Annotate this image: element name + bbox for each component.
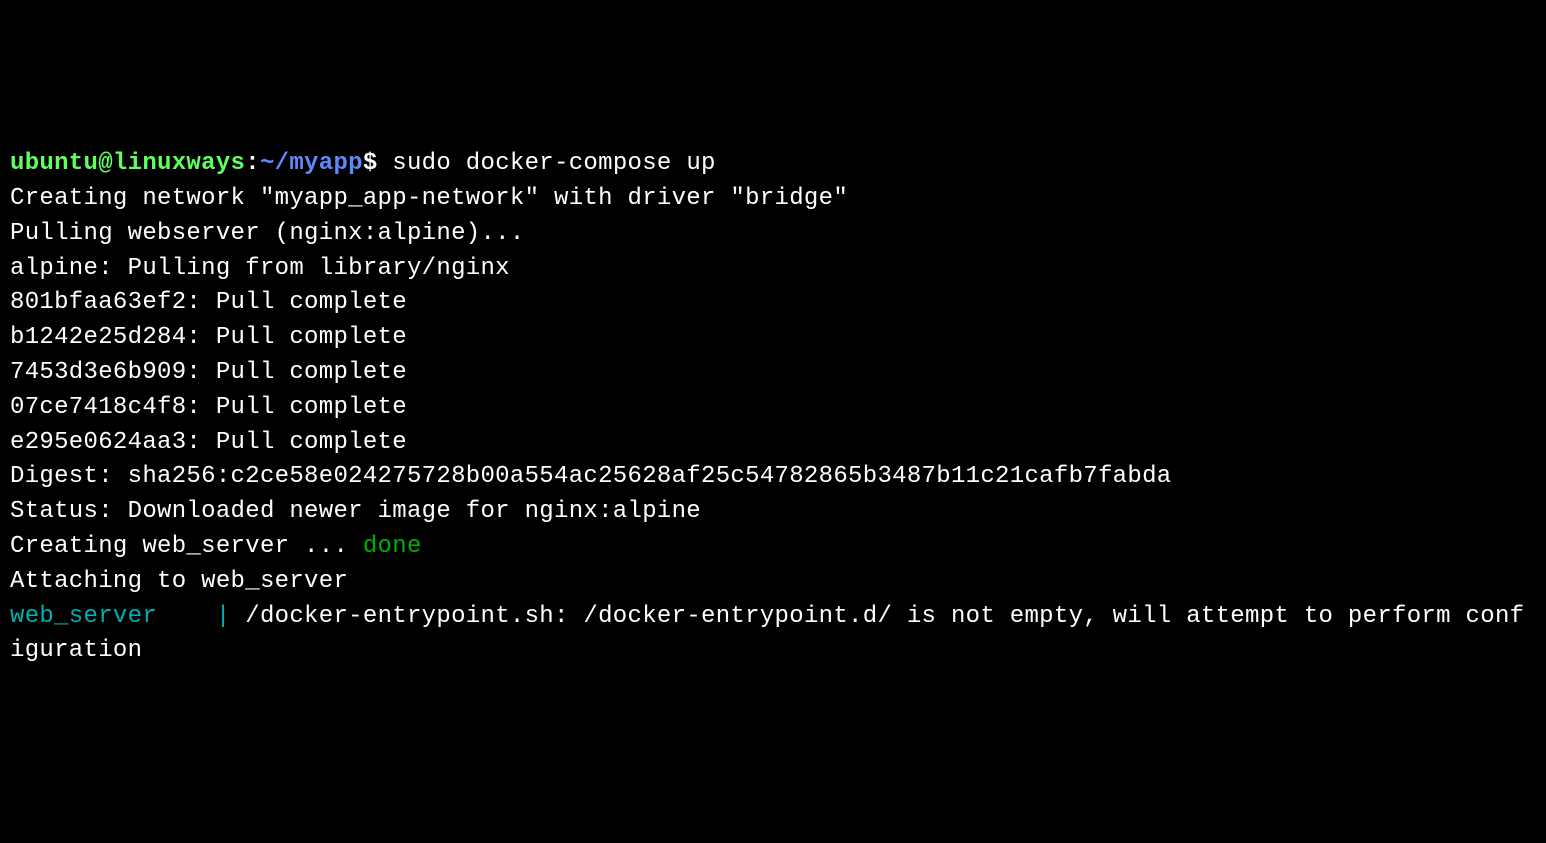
output-line-layer-5: e295e0624aa3: Pull complete	[10, 426, 1536, 461]
terminal-output[interactable]: ubuntu@linuxways:~/myapp$ sudo docker-co…	[10, 147, 1536, 669]
prompt-user: ubuntu@linuxways	[10, 150, 245, 177]
output-line-layer-2: b1242e25d284: Pull complete	[10, 321, 1536, 356]
prompt-path: ~/myapp	[260, 150, 363, 177]
service-name-label: web_server	[10, 603, 201, 630]
output-line-layer-1: 801bfaa63ef2: Pull complete	[10, 286, 1536, 321]
output-line-status: Status: Downloaded newer image for nginx…	[10, 495, 1536, 530]
output-line-layer-3: 7453d3e6b909: Pull complete	[10, 356, 1536, 391]
done-status: done	[363, 533, 422, 560]
output-line-creating-container: Creating web_server ... done	[10, 530, 1536, 565]
output-line-digest: Digest: sha256:c2ce58e024275728b00a554ac…	[10, 460, 1536, 495]
output-line-service-log: web_server | /docker-entrypoint.sh: /doc…	[10, 600, 1536, 670]
output-line-attaching: Attaching to web_server	[10, 565, 1536, 600]
log-message: /docker-entrypoint.sh: /docker-entrypoin…	[10, 603, 1524, 665]
prompt-dollar: $	[363, 150, 378, 177]
output-line-creating-network: Creating network "myapp_app-network" wit…	[10, 182, 1536, 217]
creating-container-prefix: Creating web_server ...	[10, 533, 363, 560]
log-separator: |	[201, 603, 230, 630]
prompt-line: ubuntu@linuxways:~/myapp$ sudo docker-co…	[10, 147, 1536, 182]
output-line-alpine-pulling: alpine: Pulling from library/nginx	[10, 252, 1536, 287]
output-line-layer-4: 07ce7418c4f8: Pull complete	[10, 391, 1536, 426]
output-line-pulling-webserver: Pulling webserver (nginx:alpine)...	[10, 217, 1536, 252]
prompt-separator: :	[245, 150, 260, 177]
command-text: sudo docker-compose up	[378, 150, 716, 177]
